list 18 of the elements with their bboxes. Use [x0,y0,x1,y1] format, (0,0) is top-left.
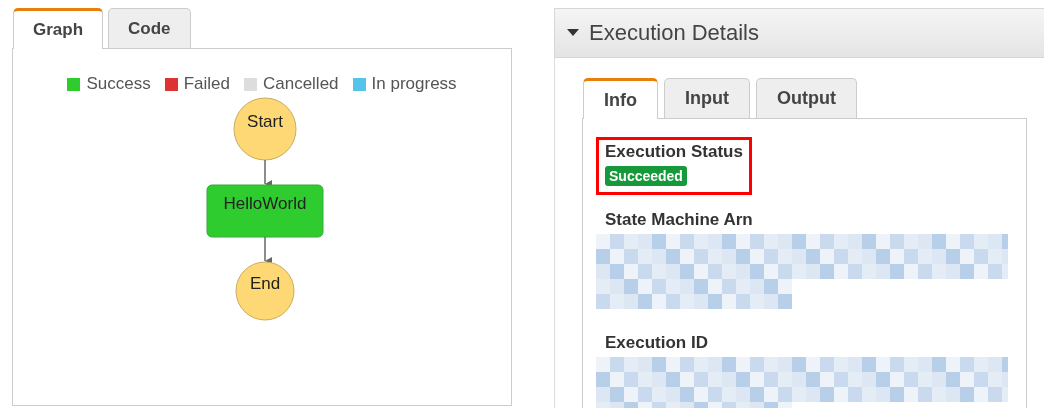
field-label: Execution Status [605,142,743,162]
status-badge: Succeeded [605,166,687,186]
state-node: End [235,261,295,321]
tab[interactable]: Info [583,78,658,119]
legend-label: In progress [371,74,457,94]
legend-label: Failed [183,74,230,94]
section-title: Execution Details [589,20,759,46]
field-label: State Machine Arn [605,210,754,230]
section-header[interactable]: Execution Details [554,8,1044,58]
state-node: Start [233,97,297,161]
tab[interactable]: Code [108,8,191,48]
legend-label: Success [86,74,151,94]
tab[interactable]: Graph [13,8,104,49]
legend-label: Cancelled [262,74,339,94]
state-node: HelloWorld [206,184,324,238]
field-label: Execution ID [605,333,709,353]
tab[interactable]: Output [756,78,857,118]
tab[interactable]: Input [664,78,750,118]
